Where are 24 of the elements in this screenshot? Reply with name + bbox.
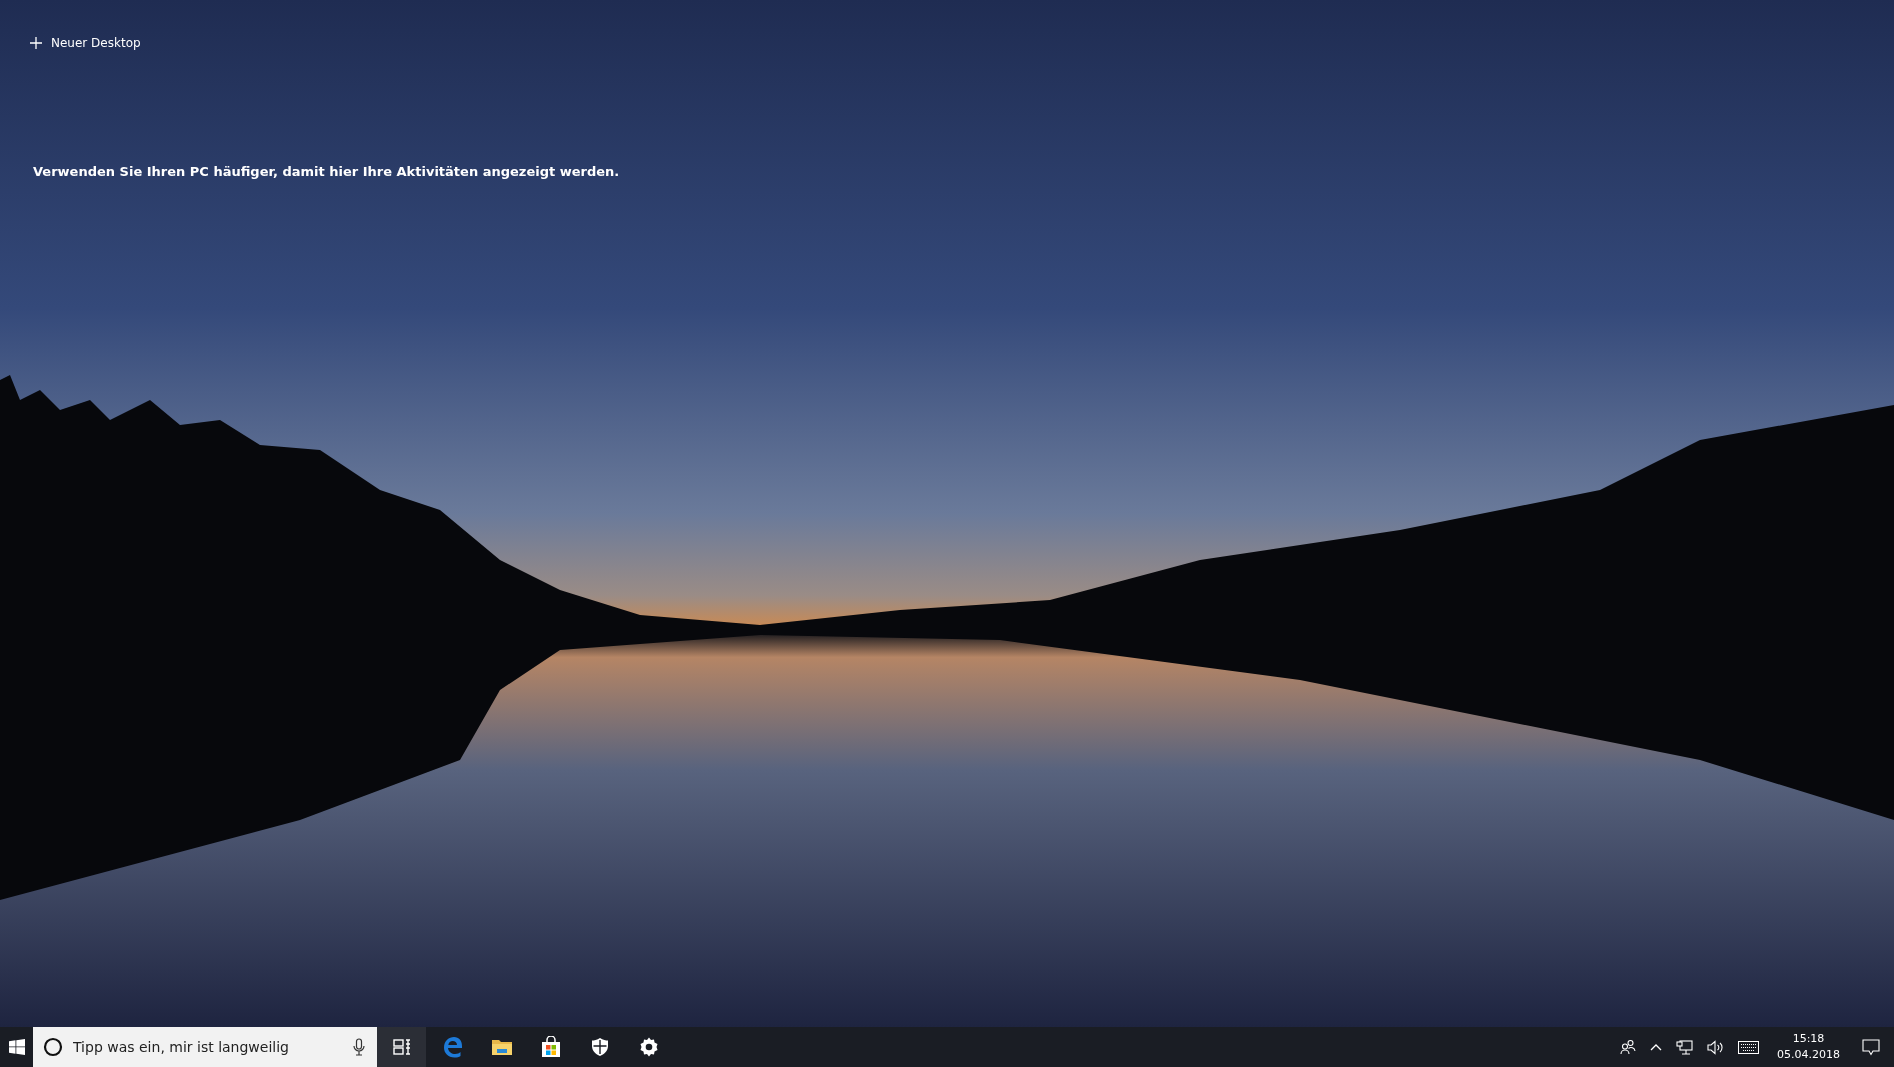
microphone-icon[interactable] <box>353 1038 365 1056</box>
new-desktop-button[interactable]: Neuer Desktop <box>30 34 141 52</box>
timeline-message: Verwenden Sie Ihren PC häufiger, damit hier Ihre Aktivitäten angezeigt werden. <box>32 164 620 179</box>
windows-logo-icon <box>8 1039 25 1055</box>
chevron-up-icon[interactable] <box>1650 1043 1662 1051</box>
shopping-bag-icon <box>540 1036 561 1058</box>
plus-icon <box>30 37 42 49</box>
task-view-icon <box>392 1039 411 1055</box>
task-view-button[interactable] <box>377 1027 426 1067</box>
clock-time: 15:18 <box>1792 1031 1825 1047</box>
notification-icon[interactable] <box>1862 1038 1880 1056</box>
search-field[interactable]: Tipp was ein, mir ist langweilig <box>71 1038 345 1056</box>
network-monitor-icon[interactable] <box>1676 1039 1693 1055</box>
search-bar[interactable]: Tipp was ein, mir ist langweilig <box>33 1027 377 1067</box>
people-icon[interactable] <box>1620 1039 1636 1055</box>
shield-icon <box>590 1037 609 1057</box>
clock[interactable]: 15:18 05.04.2018 <box>1771 1031 1846 1063</box>
settings-icon <box>638 1037 659 1057</box>
speaker-icon[interactable] <box>1707 1039 1724 1055</box>
clock-date: 05.04.2018 <box>1777 1047 1840 1063</box>
cortana-circle-icon <box>43 1037 63 1057</box>
keyboard-icon[interactable] <box>1738 1040 1759 1054</box>
folder-icon <box>490 1038 513 1056</box>
browser-e-icon <box>441 1036 464 1058</box>
